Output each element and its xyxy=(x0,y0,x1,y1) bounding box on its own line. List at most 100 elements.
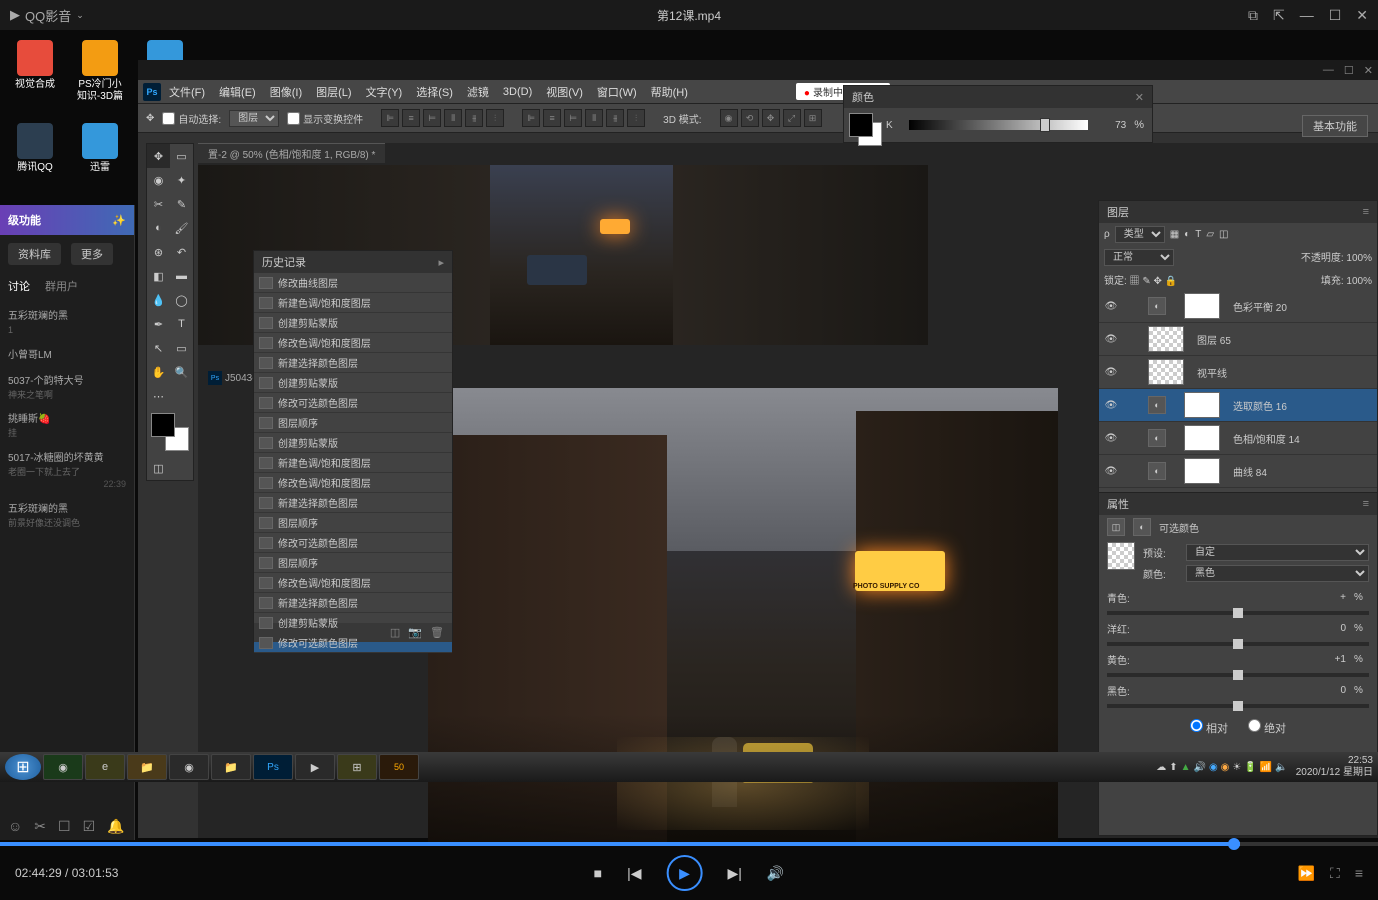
chat-item[interactable]: 五彩斑斓的黑前景好像还没调色 xyxy=(0,497,134,536)
hand-tool[interactable]: ✋ xyxy=(147,360,170,384)
desktop-icon[interactable]: 视觉合成 xyxy=(10,40,60,103)
history-item[interactable]: 图层顺序 xyxy=(254,413,452,433)
play-button[interactable]: ▶ xyxy=(667,855,703,891)
scissors-icon[interactable]: ✂ xyxy=(34,818,46,835)
history-item[interactable]: 新建选择颜色图层 xyxy=(254,353,452,373)
distribute-icon[interactable]: ⫶ xyxy=(627,109,645,127)
history-item[interactable]: 新建色调/饱和度图层 xyxy=(254,293,452,313)
canvas-2[interactable]: PHOTO SUPPLY CO xyxy=(428,388,1058,853)
history-item[interactable]: 新建选择颜色图层 xyxy=(254,593,452,613)
history-item[interactable]: 图层顺序 xyxy=(254,553,452,573)
panel-menu-icon[interactable]: ▸ xyxy=(438,256,444,269)
filter-type-icon[interactable]: T xyxy=(1195,229,1201,240)
menu-filter[interactable]: 滤镜 xyxy=(461,82,495,102)
history-item[interactable]: 修改曲线图层 xyxy=(254,273,452,293)
layer-filter-kind[interactable]: 类型 xyxy=(1115,226,1165,243)
task-item[interactable]: 50 xyxy=(379,754,419,780)
visibility-icon[interactable]: 👁 xyxy=(1104,400,1118,411)
emoji-icon[interactable]: ☺ xyxy=(8,818,22,835)
layer-item[interactable]: 👁◐选取颜色 16 xyxy=(1099,389,1377,422)
start-button[interactable]: ⊞ xyxy=(5,754,41,780)
menu-view[interactable]: 视图(V) xyxy=(540,82,589,102)
3d-mode-icon[interactable]: ◉ xyxy=(720,109,738,127)
3d-mode-icon[interactable]: ⊞ xyxy=(804,109,822,127)
3d-mode-icon[interactable]: ✥ xyxy=(762,109,780,127)
visibility-icon[interactable]: 👁 xyxy=(1104,334,1118,345)
sidebar-tab-library[interactable]: 资料库 xyxy=(8,243,61,265)
color-value[interactable]: 73 xyxy=(1096,120,1126,131)
task-item[interactable]: 📁 xyxy=(127,754,167,780)
align-icon[interactable]: ⫶ xyxy=(486,109,504,127)
task-item[interactable]: Ps xyxy=(253,754,293,780)
minimize-icon[interactable]: — xyxy=(1300,7,1314,23)
crop-tool[interactable]: ✂ xyxy=(147,192,170,216)
history-item[interactable]: 新建色调/饱和度图层 xyxy=(254,453,452,473)
chat-item[interactable]: 5037-个韵特大号神来之笔啊 xyxy=(0,369,134,408)
auto-select-target[interactable]: 图层 xyxy=(229,110,279,127)
property-slider[interactable] xyxy=(1107,704,1369,708)
history-item[interactable]: 创建剪贴蒙版 xyxy=(254,313,452,333)
history-item[interactable]: 图层顺序 xyxy=(254,513,452,533)
desktop-icon[interactable]: 迅雷 xyxy=(75,123,125,174)
menu-edit[interactable]: 编辑(E) xyxy=(213,82,262,102)
playlist-button[interactable]: ≡ xyxy=(1355,865,1363,882)
visibility-icon[interactable]: 👁 xyxy=(1104,433,1118,444)
filter-shape-icon[interactable]: ▱ xyxy=(1206,229,1214,240)
desktop-icon[interactable]: 腾讯QQ xyxy=(10,123,60,174)
visibility-icon[interactable]: 👁 xyxy=(1104,466,1118,477)
chat-item[interactable]: 挑睡斯🍓挂 xyxy=(0,407,134,446)
ps-minimize-icon[interactable]: — xyxy=(1323,64,1334,76)
distribute-icon[interactable]: ≡ xyxy=(543,109,561,127)
pen-tool[interactable]: ✒ xyxy=(147,312,170,336)
taskbar-clock[interactable]: 22:53 2020/1/12 星期日 xyxy=(1296,755,1373,779)
ps-maximize-icon[interactable]: ☐ xyxy=(1344,64,1354,77)
panel-close-icon[interactable]: ✕ xyxy=(1135,91,1144,104)
task-item[interactable]: ▶ xyxy=(295,754,335,780)
fill-value[interactable]: 100% xyxy=(1346,276,1372,287)
blur-tool[interactable]: 💧 xyxy=(147,288,170,312)
type-tool[interactable]: T xyxy=(170,312,193,336)
eraser-tool[interactable]: ◧ xyxy=(147,264,170,288)
history-item[interactable]: 修改色调/饱和度图层 xyxy=(254,473,452,493)
sidebar-tab-more[interactable]: 更多 xyxy=(71,243,113,265)
app-title[interactable]: ▶ QQ影音 ⌄ xyxy=(10,6,84,25)
zoom-tool[interactable]: 🔍 xyxy=(170,360,193,384)
filter-adj-icon[interactable]: ◐ xyxy=(1184,229,1190,240)
ps-close-icon[interactable]: ✕ xyxy=(1364,64,1373,77)
document-tab[interactable]: 置-2 @ 50% (色相/饱和度 1, RGB/8) * xyxy=(198,143,385,163)
opacity-value[interactable]: 100% xyxy=(1346,253,1372,264)
trash-icon[interactable]: 🗑 xyxy=(430,626,444,639)
history-item[interactable]: 新建选择颜色图层 xyxy=(254,493,452,513)
color-select[interactable]: 黑色 xyxy=(1186,565,1369,582)
gradient-tool[interactable]: ▬ xyxy=(170,264,193,288)
3d-mode-icon[interactable]: ⟲ xyxy=(741,109,759,127)
marquee-tool[interactable]: ▭ xyxy=(170,144,193,168)
3d-mode-icon[interactable]: ⤢ xyxy=(783,109,801,127)
history-brush-tool[interactable]: ↶ xyxy=(170,240,193,264)
quickmask-tool[interactable]: ◫ xyxy=(147,456,170,480)
workspace-selector[interactable]: 基本功能 xyxy=(1302,115,1368,137)
path-tool[interactable]: ↖ xyxy=(147,336,170,360)
close-icon[interactable]: ✕ xyxy=(1356,7,1368,24)
mask-thumb[interactable] xyxy=(1107,542,1135,570)
align-icon[interactable]: ≡ xyxy=(402,109,420,127)
property-slider[interactable] xyxy=(1107,673,1369,677)
fullscreen-button[interactable]: ⛶ xyxy=(1330,865,1340,882)
clipboard-icon[interactable]: ☐ xyxy=(58,818,71,835)
visibility-icon[interactable]: 👁 xyxy=(1104,301,1118,312)
pip-icon[interactable]: ⧉ xyxy=(1248,7,1258,24)
color-swatches[interactable] xyxy=(151,413,189,451)
move-tool[interactable]: ✥ xyxy=(147,144,170,168)
task-item[interactable]: ⊞ xyxy=(337,754,377,780)
menu-file[interactable]: 文件(F) xyxy=(163,82,211,102)
history-item[interactable]: 修改可选颜色图层 xyxy=(254,533,452,553)
menu-layer[interactable]: 图层(L) xyxy=(310,82,357,102)
filter-smart-icon[interactable]: ◫ xyxy=(1219,229,1228,240)
align-icon[interactable]: ⊫ xyxy=(381,109,399,127)
show-transform-checkbox[interactable] xyxy=(287,112,300,125)
menu-window[interactable]: 窗口(W) xyxy=(591,82,643,102)
distribute-icon[interactable]: ⫵ xyxy=(606,109,624,127)
shape-tool[interactable]: ▭ xyxy=(170,336,193,360)
panel-menu-icon[interactable]: ≡ xyxy=(1363,206,1369,218)
history-item[interactable]: 修改色调/饱和度图层 xyxy=(254,333,452,353)
